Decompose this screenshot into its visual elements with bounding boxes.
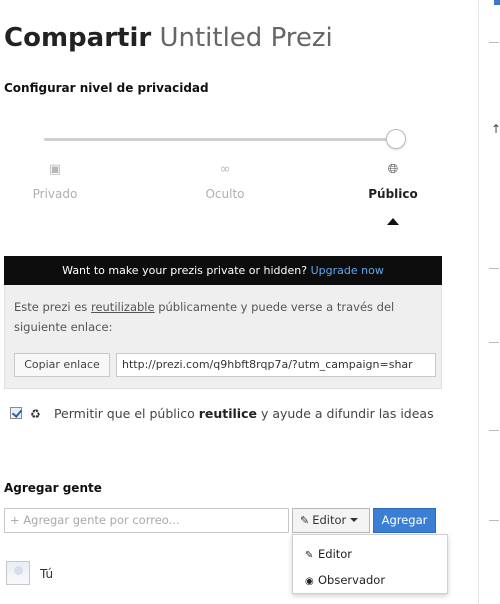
background-accent	[494, 0, 500, 5]
eye-icon: ◉	[305, 576, 314, 587]
role-option-label: Editor	[318, 547, 353, 561]
allow-reuse-row: ♻ Permitir que el público reutilice y ay…	[10, 404, 440, 424]
privacy-section-label: Configurar nivel de privacidad	[4, 81, 209, 95]
role-dropdown-button[interactable]: ✎ Editor	[292, 508, 370, 533]
share-link-panel: Este prezi es reutilizable públicamente …	[4, 285, 442, 389]
role-option-editor[interactable]: ✎ Editor	[305, 545, 352, 563]
background-divider	[489, 430, 499, 431]
copy-link-row: Copiar enlace http://prezi.com/q9hbft8rq…	[14, 353, 436, 377]
reuse-text-bold: reutilice	[198, 406, 257, 421]
selected-indicator-caret	[387, 218, 399, 225]
share-link-description: Este prezi es reutilizable públicamente …	[14, 297, 432, 337]
role-option-viewer[interactable]: ◉ Observador	[305, 571, 385, 589]
upgrade-banner: Want to make your prezis private or hidd…	[4, 256, 442, 285]
lock-icon: ▣	[48, 162, 62, 177]
background-divider	[489, 520, 499, 521]
role-dropdown-menu: ✎ Editor ◉ Observador	[292, 534, 448, 594]
chevron-down-icon	[350, 518, 359, 522]
share-dialog: Compartir Untitled Prezi Configurar nive…	[0, 0, 460, 604]
member-name: Tú	[40, 567, 54, 581]
add-people-section-label: Agregar gente	[4, 481, 102, 495]
recycle-icon: ♻	[29, 407, 41, 421]
title-strong: Compartir	[4, 23, 152, 53]
dialog-title: Compartir Untitled Prezi	[4, 22, 333, 54]
copy-link-button[interactable]: Copiar enlace	[14, 353, 110, 377]
add-people-email-input[interactable]: + Agregar gente por correo...	[4, 508, 289, 533]
share-url-field[interactable]: http://prezi.com/q9hbft8rqp7a/?utm_campa…	[116, 353, 436, 377]
privacy-slider-thumb[interactable]	[386, 129, 406, 149]
avatar	[6, 561, 30, 585]
privacy-option-label: Público	[368, 187, 418, 201]
privacy-option-hidden[interactable]: ∞ Oculto	[180, 162, 270, 201]
upgrade-banner-text: Want to make your prezis private or hidd…	[62, 264, 308, 277]
privacy-option-label: Privado	[32, 187, 78, 201]
globe-icon: 🌐︎	[387, 162, 399, 177]
upgrade-now-link[interactable]: Upgrade now	[311, 264, 384, 277]
pencil-icon: ✎	[300, 514, 310, 527]
background-page-edge: ↑	[478, 0, 500, 604]
allow-reuse-checkbox[interactable]	[10, 407, 22, 419]
info-text-prefix: Este prezi es	[14, 300, 91, 314]
privacy-option-label: Oculto	[205, 187, 245, 201]
privacy-option-public[interactable]: 🌐︎ Público	[348, 162, 438, 201]
prezi-name: Untitled Prezi	[159, 23, 333, 53]
background-divider	[489, 42, 499, 43]
reusable-term: reutilizable	[90, 300, 155, 314]
privacy-option-private[interactable]: ▣ Privado	[10, 162, 100, 201]
pencil-icon: ✎	[305, 550, 314, 561]
add-button[interactable]: Agregar	[373, 508, 436, 533]
reuse-text-suffix: y ayude a difundir las ideas	[256, 406, 434, 421]
background-divider	[489, 342, 499, 343]
reuse-text-prefix: Permitir que el público	[53, 406, 199, 421]
role-option-label: Observador	[318, 573, 386, 587]
background-divider	[489, 268, 499, 269]
role-button-label: Editor	[312, 513, 347, 527]
privacy-slider-track[interactable]	[44, 138, 396, 141]
link-icon: ∞	[219, 162, 231, 177]
background-glyph-icon: ↑	[491, 122, 500, 136]
